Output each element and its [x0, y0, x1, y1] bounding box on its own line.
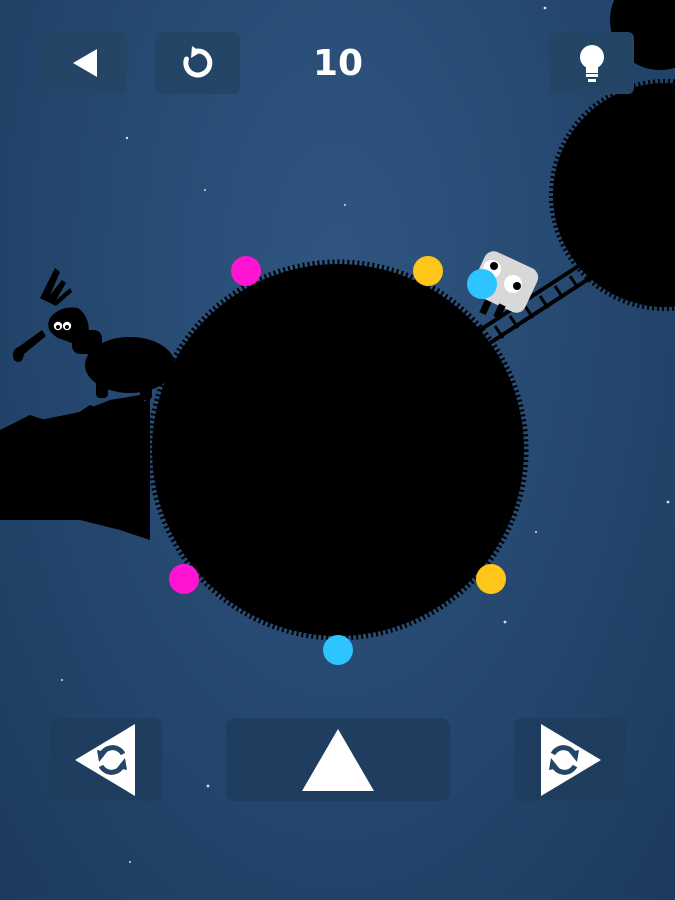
restart-icon	[182, 46, 212, 78]
orb-cyan-bottom[interactable]	[323, 635, 353, 665]
moves-counter: 10	[312, 43, 364, 84]
pine-trees	[0, 395, 150, 540]
orb-yellow-bottom-right[interactable]	[476, 564, 506, 594]
player-character[interactable]	[467, 248, 541, 320]
jump-button[interactable]	[226, 718, 450, 801]
rotate-left-icon	[75, 723, 135, 796]
orb-magenta-bottom-left[interactable]	[169, 564, 199, 594]
orb-magenta-top[interactable]	[231, 256, 261, 286]
rotate-left-button[interactable]	[50, 718, 162, 801]
jump-triangle-icon	[302, 728, 374, 791]
moose-silhouette	[12, 268, 175, 400]
held-orb-cyan	[467, 269, 497, 299]
rotate-right-icon	[541, 723, 601, 796]
rotate-right-button[interactable]	[514, 718, 626, 801]
lightbulb-icon	[579, 45, 604, 82]
back-triangle-icon	[72, 49, 97, 77]
back-button[interactable]	[42, 32, 127, 94]
orb-yellow-top[interactable]	[413, 256, 443, 286]
hint-button[interactable]	[549, 32, 634, 94]
restart-button[interactable]	[155, 32, 240, 94]
main-planet	[147, 259, 529, 641]
